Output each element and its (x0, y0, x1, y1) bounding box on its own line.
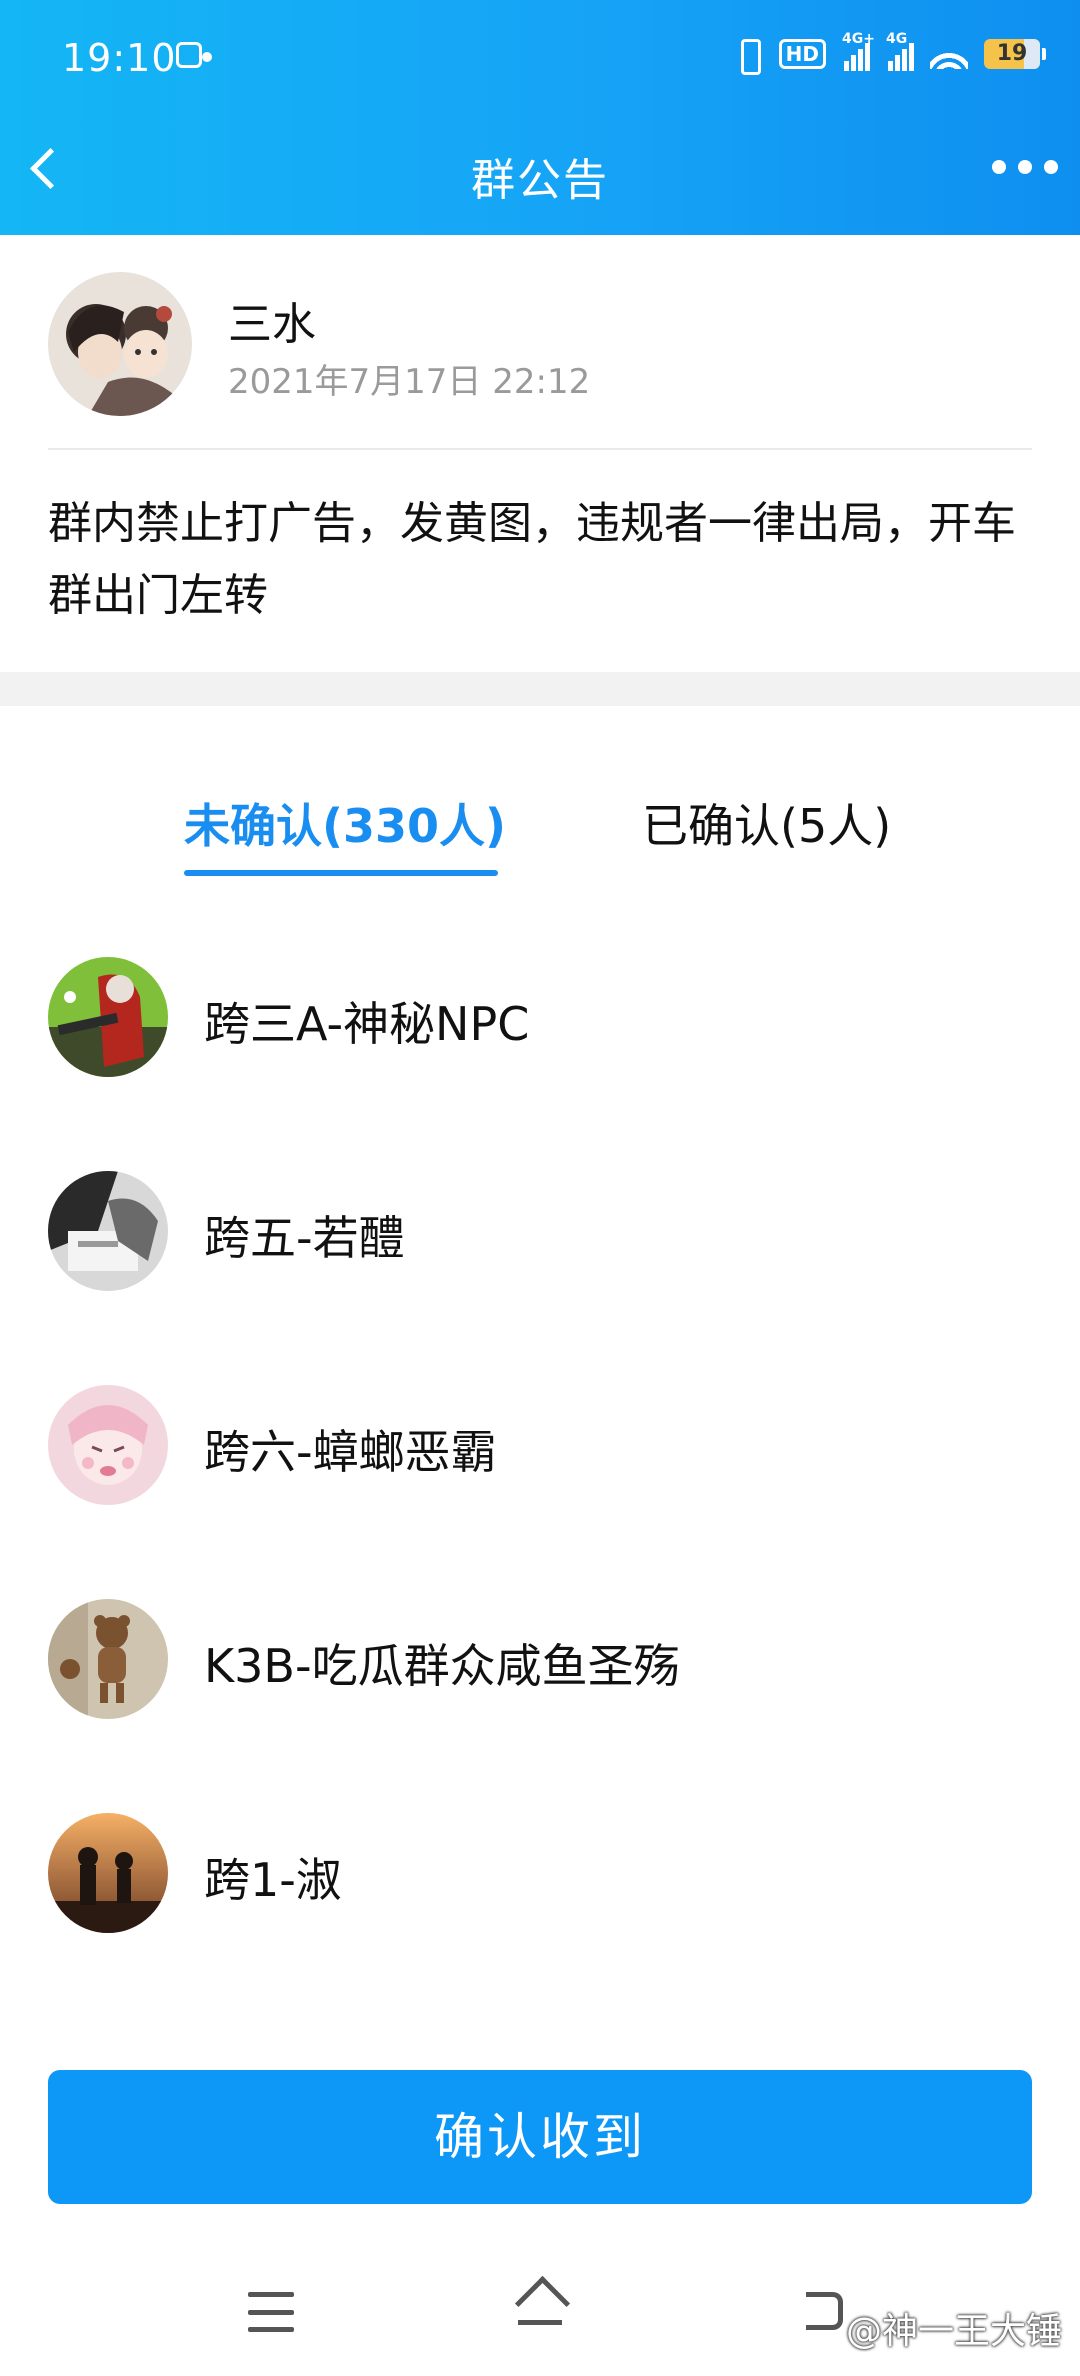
wifi-icon (930, 39, 968, 69)
notification-icon (176, 42, 202, 68)
watermark: @神一王大锤 (845, 2311, 1062, 2352)
list-item[interactable]: 跨六-蟑螂恶霸 (0, 1370, 1080, 1520)
system-nav-bar: @神一王大锤 (0, 2260, 1080, 2376)
member-name: 跨六-蟑螂恶霸 (204, 1425, 497, 1479)
status-icons: HD 4G+ 4G 19 (733, 31, 1046, 75)
section-separator (0, 672, 1080, 706)
list-item[interactable]: 跨五-若醴 (0, 1156, 1080, 1306)
member-name: K3B-吃瓜群众咸鱼圣殇 (204, 1639, 680, 1693)
signal-4g-plus-icon: 4G+ (842, 31, 875, 71)
member-avatar (48, 957, 168, 1077)
tab-unconfirmed[interactable]: 未确认(330人) (184, 790, 506, 856)
status-time: 19:10 (62, 36, 177, 80)
member-avatar (48, 1813, 168, 1933)
system-back-button[interactable] (800, 2286, 846, 2332)
battery-icon: 19 (984, 39, 1046, 69)
announcement-time: 2021年7月17日 22:12 (228, 362, 591, 402)
vibrate-icon (733, 37, 763, 75)
list-item[interactable]: K3B-吃瓜群众咸鱼圣殇 (0, 1584, 1080, 1734)
battery-level: 19 (996, 41, 1028, 66)
announcement-author: 三水 2021年7月17日 22:12 (48, 272, 1032, 420)
recent-apps-button[interactable] (248, 2292, 294, 2332)
hd-volte-icon: HD (778, 39, 826, 69)
divider (48, 448, 1032, 450)
home-button[interactable] (512, 2280, 568, 2334)
tab-confirmed[interactable]: 已确认(5人) (642, 790, 891, 856)
active-tab-indicator (184, 870, 498, 876)
more-dots-icon (992, 160, 1006, 174)
member-avatar (48, 1385, 168, 1505)
member-name: 跨三A-神秘NPC (204, 997, 530, 1051)
page-title: 群公告 (471, 155, 609, 206)
announcement-content: 群内禁止打广告，发黄图，违规者一律出局，开车群出门左转 (48, 498, 1016, 621)
menu-icon (248, 2292, 294, 2297)
author-name: 三水 (228, 299, 316, 350)
list-item[interactable]: 跨1-淑 (0, 1798, 1080, 1948)
confirm-received-button[interactable]: 确认收到 (48, 2070, 1032, 2204)
status-bar: 19:10 HD 4G+ 4G 19 (0, 0, 1080, 118)
header: 19:10 HD 4G+ 4G 19 群公告 (0, 0, 1080, 235)
more-button[interactable] (992, 152, 1058, 182)
signal-4g-icon: 4G (886, 31, 914, 71)
confirm-tabs: 未确认(330人) 已确认(5人) (0, 790, 1080, 890)
member-name: 跨1-淑 (204, 1853, 342, 1907)
nav-bar: 群公告 (0, 118, 1080, 235)
member-name: 跨五-若醴 (204, 1211, 405, 1265)
member-avatar (48, 1599, 168, 1719)
list-item[interactable]: 跨三A-神秘NPC (0, 942, 1080, 1092)
author-avatar[interactable] (48, 272, 192, 416)
notification-dot-icon (202, 52, 212, 62)
member-avatar (48, 1171, 168, 1291)
